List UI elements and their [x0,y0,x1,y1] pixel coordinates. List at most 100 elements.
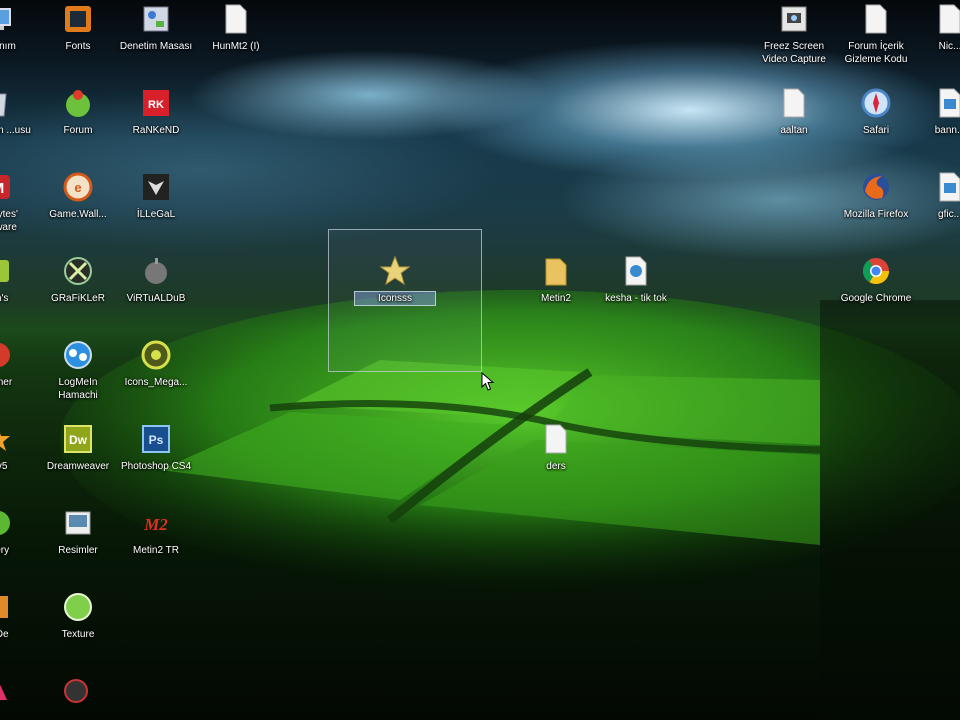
desktop-icon-recycle-bin[interactable]: ...nüşüm ...usu [0,86,38,137]
desktop-icon-rankend[interactable]: RK RaNKeND [116,86,196,137]
desktop-icon-label: kesha - tik tok [605,293,667,304]
desktop-icon-fonts[interactable]: Fonts [38,2,118,53]
desktop-icon-label: ViRTuALDuB [126,293,186,304]
desktop-icon-metin2-folder[interactable]: Metin2 [516,254,596,305]
desktop-icon-label: ...De [0,629,9,640]
svg-text:RK: RK [148,99,164,111]
desktop-icon-label: aaltan [780,125,808,136]
app-icon [59,674,93,708]
desktop-icon-game-wallpaper[interactable]: e Game.Wall... [38,170,118,221]
desktop-icon-label: Fonts [65,41,91,52]
desktop-icon-metin2-tr[interactable]: M2 Metin2 TR [116,506,196,557]
desktop-icon-forum-icerik[interactable]: Forum İçerik Gizleme Kodu [836,2,916,66]
desktop-icon-forum[interactable]: Forum [38,86,118,137]
desktop-icon-resimler[interactable]: Resimler [38,506,118,557]
svg-text:M2: M2 [143,515,168,534]
desktop-icon-control-panel[interactable]: Denetim Masası [116,2,196,53]
desktop-icon-photoshop[interactable]: Ps Photoshop CS4 [116,422,196,473]
desktop-icon-label: Iconsss [354,291,436,306]
desktop-icon-label: Google Chrome [840,293,912,304]
control-panel-icon [139,2,173,36]
pictures-icon [61,506,95,540]
desktop-icon-nic[interactable]: Nic... [910,2,960,53]
desktop-icon-label: İLLeGaL [136,209,176,220]
desktop-icon-label: ...yanım [0,41,16,52]
desktop-icon-firefox[interactable]: Mozilla Firefox [836,170,916,221]
desktop-icon-label: Resimler [58,545,98,556]
desktop-icon-label: Safari [862,125,890,136]
blank-file-icon [219,2,253,36]
desktop-icon-label: ...ery [0,545,10,556]
desktop-icon-label: ...ebytes' ...alware [0,209,18,233]
desktop-icon-dreamweaver[interactable]: Dw Dreamweaver [38,422,118,473]
desktop-icon-label: ...n's [0,293,9,304]
desktop-icon-label: ...v5 [0,461,8,472]
desktop-icon-label: Mozilla Firefox [843,209,909,220]
monitor-icon [0,2,15,36]
desktop-icon-freez-screen[interactable]: Freez Screen Video Capture [754,2,834,66]
svg-text:e: e [74,180,81,195]
blank-file-icon [539,422,573,456]
texture-icon [61,590,95,624]
blank-file-icon [859,2,893,36]
game-wallpaper-icon: e [61,170,95,204]
desktop-icon-label: bann... [934,125,960,136]
desktop-background[interactable]: ...yanım ...nüşüm ...usu M ...ebytes' ..… [0,0,960,720]
photoshop-icon: Ps [139,422,173,456]
desktop-icon-safari[interactable]: Safari [836,86,916,137]
desktop-icon-app[interactable]: ...v5 [0,422,38,473]
desktop-icon-grafikler[interactable]: GRaFiKLeR [38,254,118,305]
desktop-icon-label: Forum [63,125,93,136]
desktop-icon-kesha[interactable]: kesha - tik tok [596,254,676,305]
blank-file-icon [933,2,960,36]
apple-icon [139,254,173,288]
metin2-icon: M2 [139,506,173,540]
desktop-icon-label: ...aner [0,377,13,388]
fonts-folder-icon [61,2,95,36]
desktop-icon-chrome[interactable]: Google Chrome [836,254,916,305]
desktop-icon-bann[interactable]: bann... [910,86,960,137]
desktop-icon-label: RaNKeND [132,125,180,136]
mouse-cursor-icon [481,372,495,391]
app-icon [0,506,15,540]
desktop-icon-label: Metin2 TR [133,545,179,556]
folder-icon [539,254,573,288]
desktop-icon-label: Freez Screen Video Capture [762,41,826,65]
desktop-icon-ders[interactable]: ders [516,422,596,473]
desktop-icon-aaltan[interactable]: aaltan [754,86,834,137]
app-icon [0,674,15,708]
safari-icon [859,86,893,120]
rankend-icon: RK [139,86,173,120]
desktop-icon-label: Nic... [938,41,960,52]
desktop-icon-iconsss[interactable]: Iconsss [354,254,436,306]
desktop-icon-app[interactable] [0,674,38,712]
desktop-icon-app[interactable]: ...aner [0,338,38,389]
desktop-icon-virtualdub[interactable]: ViRTuALDuB [116,254,196,305]
desktop-icon-app[interactable]: ...ery [0,506,38,557]
desktop-icon-icons-mega[interactable]: Icons_Mega... [116,338,196,389]
app-icon [0,254,15,288]
desktop-icon-label: Game.Wall... [49,209,107,220]
desktop-icon-app[interactable] [36,674,116,712]
dreamweaver-icon: Dw [61,422,95,456]
icons-mega-icon [139,338,173,372]
desktop-icon-app[interactable]: ...De [0,590,38,641]
desktop-icon-illegal[interactable]: İLLeGaL [116,170,196,221]
desktop-icon-computer[interactable]: ...yanım [0,2,38,53]
desktop-icon-hamachi[interactable]: LogMeIn Hamachi [38,338,118,402]
desktop-icon-malwarebytes[interactable]: M ...ebytes' ...alware [0,170,38,234]
desktop-icon-app[interactable]: ...n's [0,254,38,305]
blank-file-icon [777,86,811,120]
desktop-icon-texture[interactable]: Texture [38,590,118,641]
desktop-icon-label: Denetim Masası [119,41,193,52]
desktop-icon-hunmt2[interactable]: HunMt2 (I) [196,2,276,53]
desktop-icon-label: Photoshop CS4 [120,461,192,472]
illegal-icon [139,170,173,204]
malwarebytes-icon: M [0,170,15,204]
desktop-icon-label: ...nüşüm ...usu [0,125,31,136]
desktop-icon-label: Dreamweaver [46,461,110,472]
desktop-icon-gfic[interactable]: gfic... [910,170,960,221]
desktop-icon-label: Forum İçerik Gizleme Kodu [844,41,908,65]
app-icon [0,590,15,624]
star-icon [378,254,412,288]
